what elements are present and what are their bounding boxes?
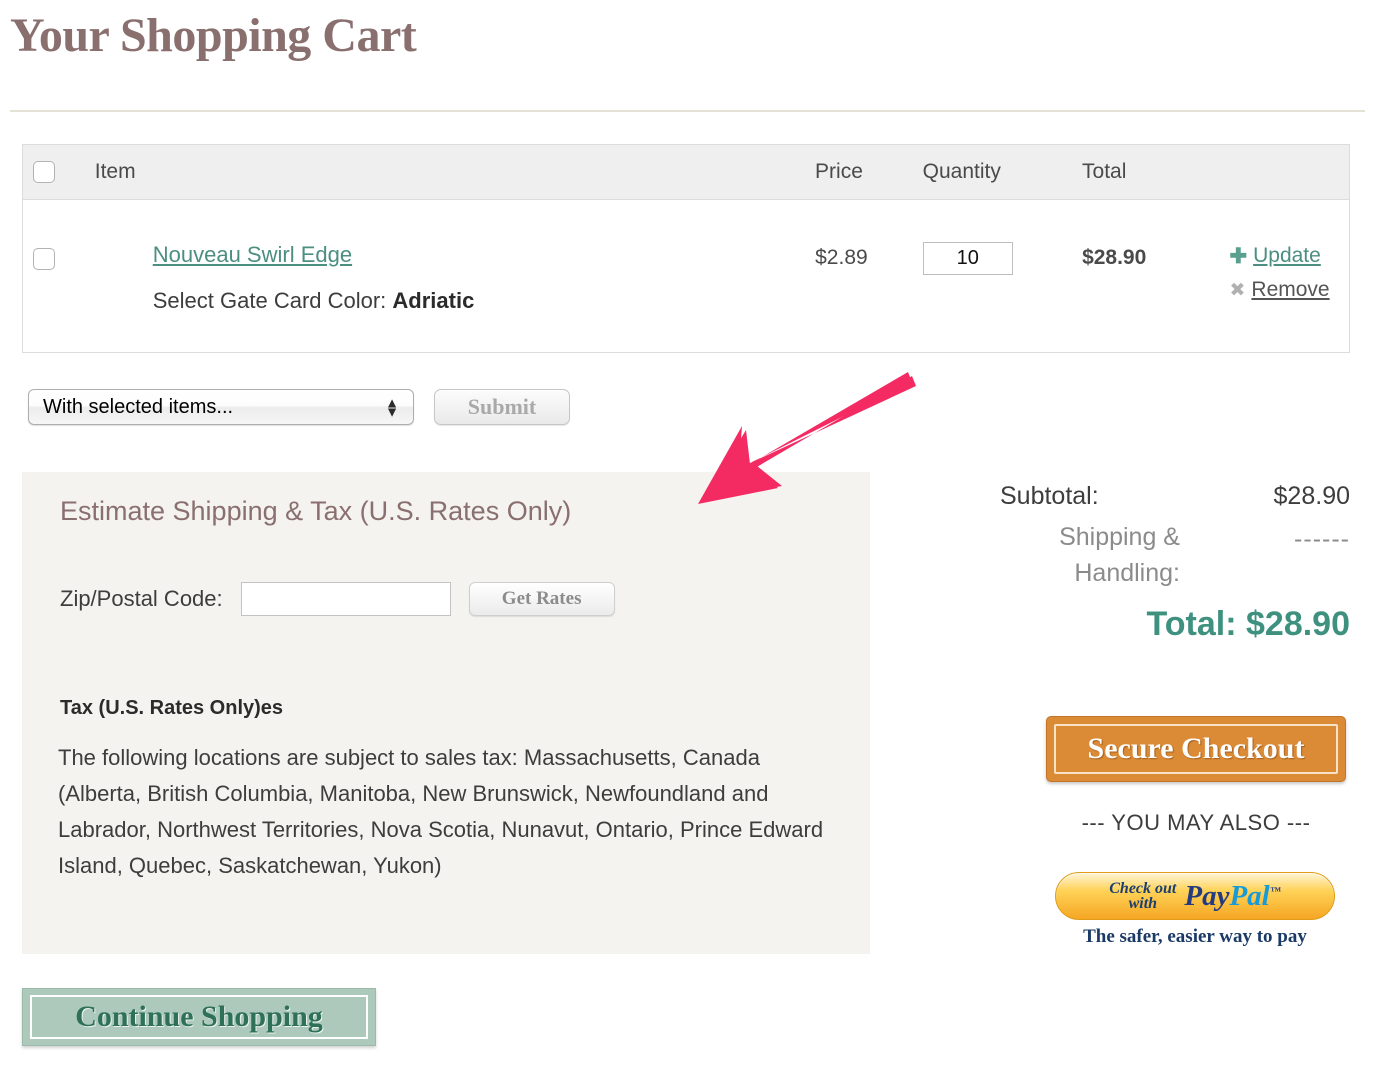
select-all-checkbox-cell <box>33 161 95 183</box>
item-option: Select Gate Card Color: Adriatic <box>153 288 815 314</box>
select-all-checkbox[interactable] <box>33 161 55 183</box>
paypal-logo: PayPal™ <box>1184 879 1281 912</box>
quantity-cell <box>922 242 1082 275</box>
submit-button[interactable]: Submit <box>434 389 570 425</box>
continue-shopping-button[interactable]: Continue Shopping <box>22 988 376 1046</box>
subtotal-label: Subtotal: <box>1000 482 1099 510</box>
zip-label: Zip/Postal Code: <box>60 586 223 611</box>
paypal-logo-pal: Pal <box>1229 879 1270 912</box>
title-divider <box>10 110 1365 112</box>
shipping-line: Shipping & Handling: ------ <box>1000 519 1350 591</box>
paypal-check-line2: with <box>1128 895 1158 912</box>
tax-heading: Tax (U.S. Rates Only)es <box>60 697 284 719</box>
zip-input[interactable] <box>240 582 451 616</box>
paypal-trademark-icon: ™ <box>1269 884 1281 897</box>
item-option-label: Select Gate Card Color: <box>152 288 387 313</box>
close-icon: ✖ <box>1229 279 1246 301</box>
remove-link[interactable]: Remove <box>1251 278 1329 302</box>
update-link[interactable]: Update <box>1253 244 1321 268</box>
quantity-input[interactable] <box>922 242 1013 275</box>
column-header-price: Price <box>815 160 863 183</box>
shopping-cart-page: Your Shopping Cart Item Price Quantity T… <box>0 0 1380 1082</box>
bulk-actions-row: With selected items... ▲ ▼ Submit <box>28 389 570 425</box>
shipping-handling-label: Shipping & Handling: <box>1059 523 1180 587</box>
row-select-checkbox[interactable] <box>33 248 55 270</box>
update-action[interactable]: ✚ Update <box>1229 244 1349 268</box>
bulk-action-select[interactable]: With selected items... ▲ ▼ <box>28 389 414 425</box>
you-may-also-divider: --- YOU MAY ALSO --- <box>1081 810 1311 835</box>
continue-shopping-label: Continue Shopping <box>30 995 368 1039</box>
item-line-total: $28.90 <box>1082 246 1147 269</box>
order-summary: Subtotal: $28.90 Shipping & Handling: --… <box>1000 482 1350 644</box>
order-total: Total: $28.90 <box>1146 605 1350 643</box>
subtotal-value: $28.90 <box>1273 482 1350 510</box>
estimate-shipping-title: Estimate Shipping & Tax (U.S. Rates Only… <box>60 496 572 526</box>
estimate-shipping-panel: Estimate Shipping & Tax (U.S. Rates Only… <box>22 472 870 954</box>
shipping-handling-value: ------ <box>1294 525 1350 553</box>
subtotal-line: Subtotal: $28.90 <box>1000 482 1350 511</box>
remove-action[interactable]: ✖ Remove <box>1229 278 1349 302</box>
paypal-section: Check out with PayPal™ The safer, easier… <box>1055 872 1335 948</box>
paypal-logo-pay: Pay <box>1184 879 1230 912</box>
secure-checkout-label: Secure Checkout <box>1054 724 1338 774</box>
paypal-checkout-text: Check out with <box>1109 881 1176 912</box>
cart-table-header: Item Price Quantity Total <box>23 145 1349 200</box>
column-header-quantity: Quantity <box>922 160 1001 183</box>
table-row: Nouveau Swirl Edge Select Gate Card Colo… <box>23 200 1349 352</box>
product-name-link[interactable]: Nouveau Swirl Edge <box>153 242 352 268</box>
cart-table: Item Price Quantity Total Nouveau Swirl … <box>22 144 1350 353</box>
paypal-tagline: The safer, easier way to pay <box>1083 926 1307 947</box>
column-header-item: Item <box>94 160 136 183</box>
paypal-checkout-button[interactable]: Check out with PayPal™ <box>1055 872 1335 920</box>
item-option-value: Adriatic <box>392 288 475 313</box>
column-header-total: Total <box>1082 160 1127 183</box>
row-checkbox-cell <box>33 242 95 270</box>
get-rates-button[interactable]: Get Rates <box>468 582 615 616</box>
page-title: Your Shopping Cart <box>10 9 417 62</box>
plus-icon: ✚ <box>1229 244 1248 268</box>
item-cell: Nouveau Swirl Edge Select Gate Card Colo… <box>95 242 815 314</box>
secure-checkout-button[interactable]: Secure Checkout <box>1046 716 1346 782</box>
zip-row: Zip/Postal Code: Get Rates <box>60 582 615 616</box>
item-price: $2.89 <box>815 246 868 269</box>
tax-body-text: The following locations are subject to s… <box>58 745 824 878</box>
bulk-action-select-value: With selected items... <box>43 395 234 418</box>
row-actions: ✚ Update ✖ Remove <box>1229 242 1349 312</box>
select-stepper-arrows-icon: ▲ ▼ <box>385 394 399 419</box>
